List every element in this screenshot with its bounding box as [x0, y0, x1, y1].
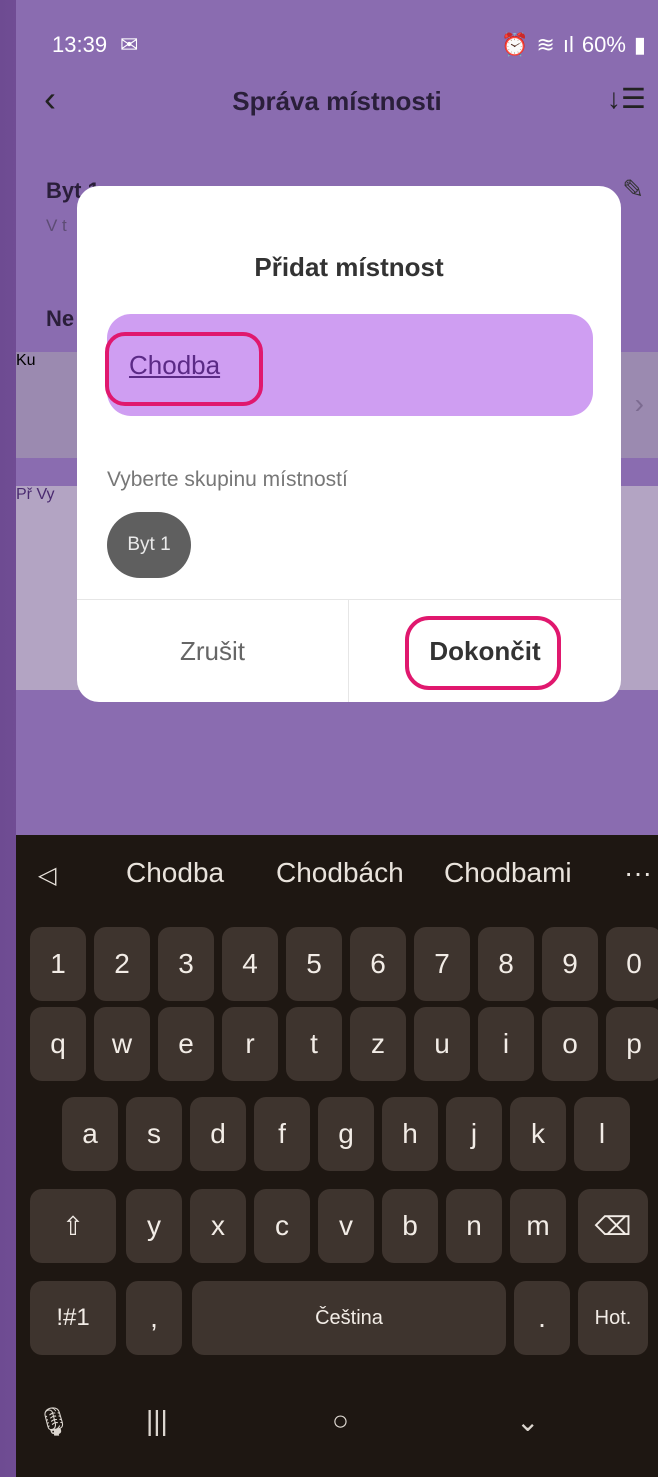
cancel-button[interactable]: Zrušit — [77, 600, 348, 702]
mail-icon: ✉ — [120, 32, 139, 57]
key-0[interactable]: 0 — [606, 927, 658, 1001]
battery-icon: ▮ — [633, 32, 646, 57]
page-title: Správa místnosti — [232, 86, 442, 116]
chevron-right-icon: › — [634, 388, 644, 419]
key-j[interactable]: j — [446, 1097, 502, 1171]
key-h[interactable]: h — [382, 1097, 438, 1171]
key-2[interactable]: 2 — [94, 927, 150, 1001]
key-d[interactable]: d — [190, 1097, 246, 1171]
key-u[interactable]: u — [414, 1007, 470, 1081]
suggestion-2[interactable]: Chodbách — [276, 857, 404, 889]
key-9[interactable]: 9 — [542, 927, 598, 1001]
suggestion-bar: ◁ Chodba Chodbách Chodbami ··· — [16, 835, 658, 911]
collapse-icon[interactable]: ◁ — [38, 861, 56, 890]
room-item-label: Ku — [16, 352, 36, 369]
key-c[interactable]: c — [254, 1189, 310, 1263]
key-7[interactable]: 7 — [414, 927, 470, 1001]
action-key[interactable]: Hot. — [578, 1281, 648, 1355]
microphone-icon[interactable]: 🎙 — [36, 1405, 72, 1438]
key-v[interactable]: v — [318, 1189, 374, 1263]
recent-apps-icon[interactable]: ||| — [146, 1405, 168, 1437]
action-other-label[interactable]: Vy — [36, 486, 54, 503]
key-q[interactable]: q — [30, 1007, 86, 1081]
sort-icon[interactable]: ↓☰ — [607, 82, 646, 115]
room-group-label: Vyberte skupinu místností — [107, 468, 348, 491]
key-r[interactable]: r — [222, 1007, 278, 1081]
top-navbar: ‹ Správa místnosti ↓☰ — [16, 78, 658, 128]
input-highlight-box — [105, 332, 263, 406]
phone-screen: 13:39 ✉ ⏰ ≋ ıl 60% ▮ ‹ Správa místnosti … — [16, 0, 658, 1477]
shift-key[interactable]: ⇧ — [30, 1189, 116, 1263]
comma-key[interactable]: , — [126, 1281, 182, 1355]
done-highlight-box — [405, 616, 561, 690]
key-f[interactable]: f — [254, 1097, 310, 1171]
room-group-sub: V t — [46, 216, 67, 235]
battery-level: 60% — [581, 32, 626, 57]
key-w[interactable]: w — [94, 1007, 150, 1081]
key-b[interactable]: b — [382, 1189, 438, 1263]
keyboard: ◁ Chodba Chodbách Chodbami ··· 123456789… — [16, 835, 658, 1477]
action-add-label[interactable]: Př — [16, 486, 32, 503]
add-room-dialog: Přidat místnost Chodba Vyberte skupinu m… — [77, 186, 621, 702]
key-s[interactable]: s — [126, 1097, 182, 1171]
home-icon[interactable]: ○ — [332, 1405, 349, 1437]
symbols-key[interactable]: !#1 — [30, 1281, 116, 1355]
key-a[interactable]: a — [62, 1097, 118, 1171]
signal-icon: ıl — [562, 32, 574, 57]
key-g[interactable]: g — [318, 1097, 374, 1171]
key-y[interactable]: y — [126, 1189, 182, 1263]
key-x[interactable]: x — [190, 1189, 246, 1263]
key-1[interactable]: 1 — [30, 927, 86, 1001]
key-i[interactable]: i — [478, 1007, 534, 1081]
key-3[interactable]: 3 — [158, 927, 214, 1001]
key-p[interactable]: p — [606, 1007, 658, 1081]
key-l[interactable]: l — [574, 1097, 630, 1171]
more-suggestions-icon[interactable]: ··· — [624, 857, 652, 889]
period-key[interactable]: . — [514, 1281, 570, 1355]
room-group-chip[interactable]: Byt 1 — [107, 512, 191, 578]
key-t[interactable]: t — [286, 1007, 342, 1081]
key-6[interactable]: 6 — [350, 927, 406, 1001]
key-n[interactable]: n — [446, 1189, 502, 1263]
status-bar: 13:39 ✉ ⏰ ≋ ıl 60% ▮ — [16, 26, 658, 62]
pencil-icon[interactable]: ✎ — [622, 174, 644, 205]
key-k[interactable]: k — [510, 1097, 566, 1171]
dialog-title: Přidat místnost — [254, 252, 444, 282]
status-right: ⏰ ≋ ıl 60% ▮ — [501, 32, 646, 58]
system-nav-bar: 🎙 ||| ○ ⌄ — [16, 1377, 658, 1477]
space-key[interactable]: Čeština — [192, 1281, 506, 1355]
alarm-icon: ⏰ — [501, 32, 529, 57]
suggestion-1[interactable]: Chodba — [126, 857, 224, 889]
key-o[interactable]: o — [542, 1007, 598, 1081]
wifi-icon: ≋ — [536, 32, 555, 57]
app-background: 13:39 ✉ ⏰ ≋ ıl 60% ▮ ‹ Správa místnosti … — [16, 0, 658, 835]
key-5[interactable]: 5 — [286, 927, 342, 1001]
key-z[interactable]: z — [350, 1007, 406, 1081]
section-label: Ne — [46, 306, 75, 331]
key-4[interactable]: 4 — [222, 927, 278, 1001]
key-8[interactable]: 8 — [478, 927, 534, 1001]
status-time: 13:39 — [52, 32, 108, 57]
backspace-key[interactable]: ⌫ — [578, 1189, 648, 1263]
key-m[interactable]: m — [510, 1189, 566, 1263]
suggestion-3[interactable]: Chodbami — [444, 857, 572, 889]
hide-keyboard-icon[interactable]: ⌄ — [516, 1405, 539, 1438]
key-e[interactable]: e — [158, 1007, 214, 1081]
